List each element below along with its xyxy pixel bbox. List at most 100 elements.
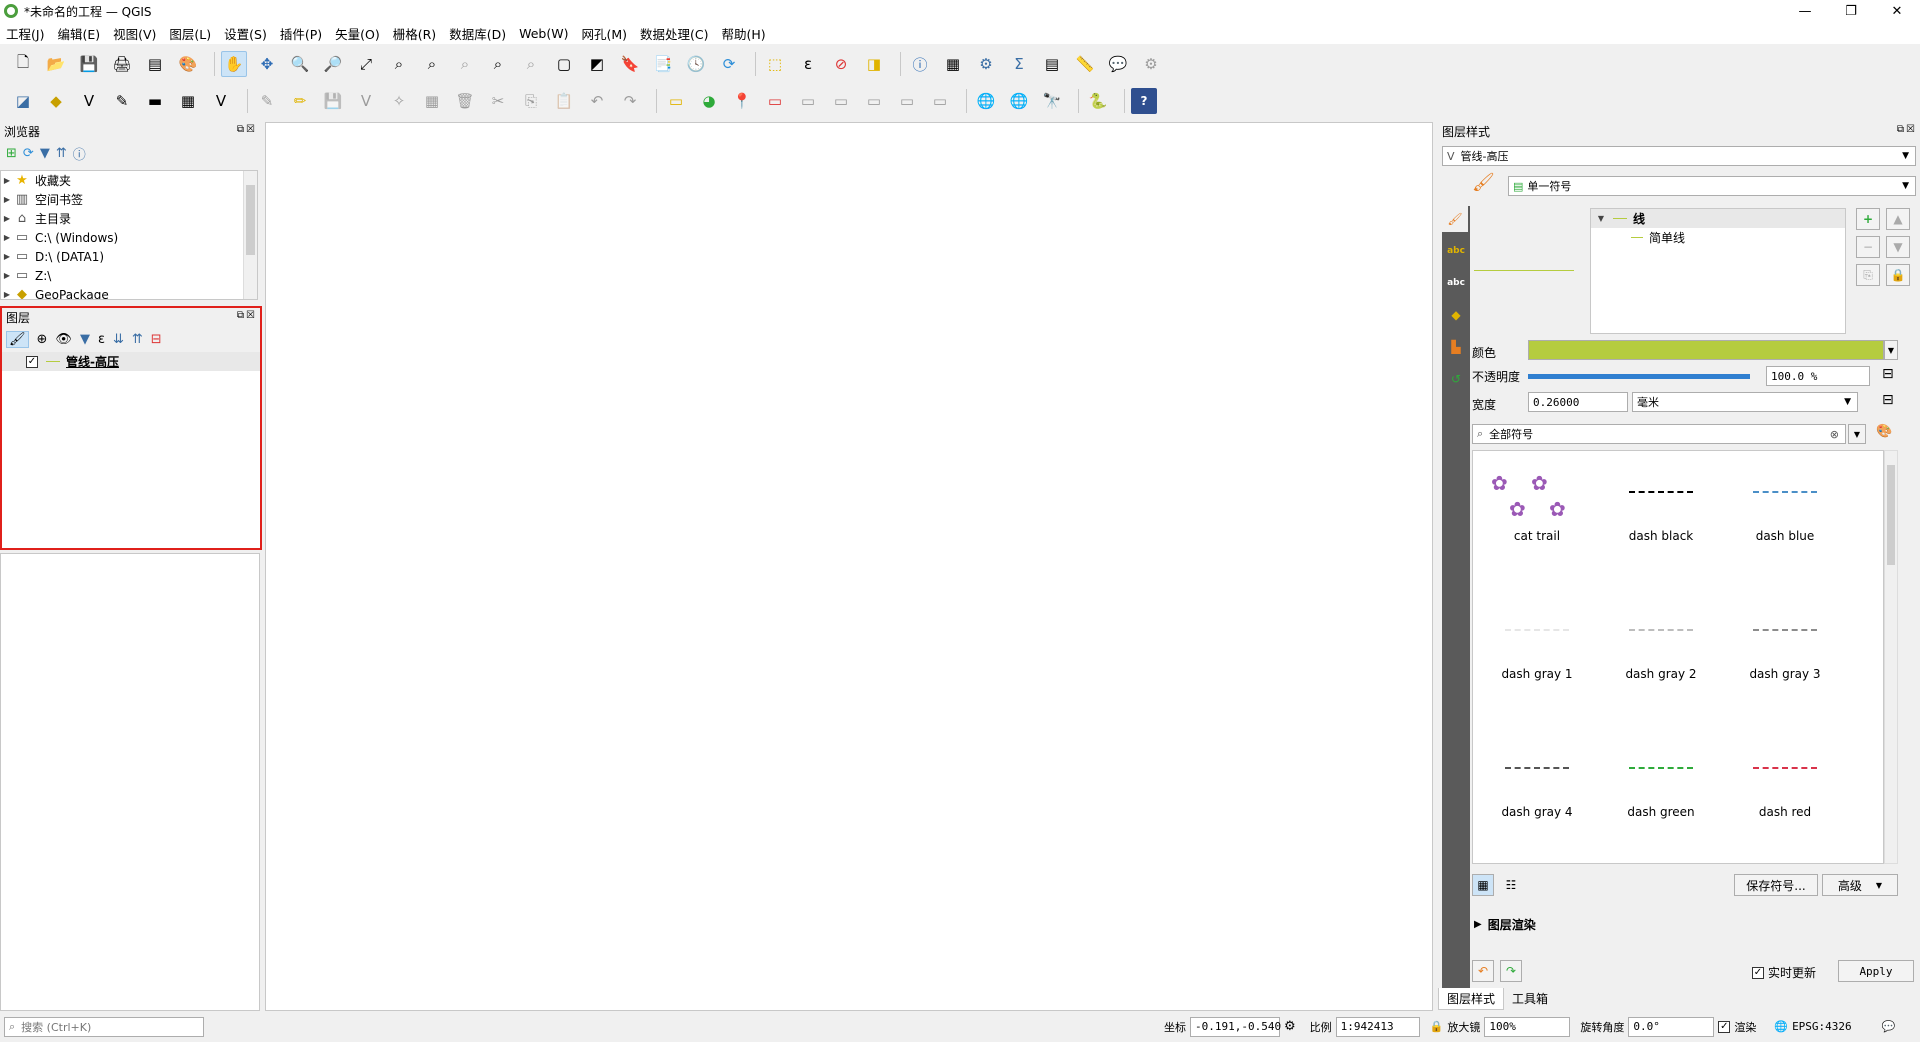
show-bookmarks-icon[interactable]: 📑 <box>650 51 676 77</box>
manage-map-themes-icon[interactable]: 👁 <box>55 332 72 347</box>
menu-layer[interactable]: 图层(L) <box>169 24 211 43</box>
maximize-button[interactable]: ❐ <box>1828 0 1874 22</box>
style-manager-icon[interactable]: 🎨 <box>1876 424 1892 439</box>
pan-map-icon[interactable]: ✋ <box>221 51 247 77</box>
toggle-editing-icon[interactable]: ✏ <box>287 88 313 114</box>
properties-icon[interactable]: ⓘ <box>73 144 86 163</box>
open-layer-styling-icon[interactable]: 🖌 <box>6 330 29 348</box>
lock-symbol-layer-button[interactable]: 🔒 <box>1886 264 1910 286</box>
rotation-spinbox[interactable]: 0.0° <box>1628 1016 1715 1037</box>
symbol-item[interactable]: dash blue <box>1725 457 1845 543</box>
symbol-item[interactable]: dash gray 4 <box>1477 733 1597 819</box>
symbol-item[interactable]: dash black <box>1601 457 1721 543</box>
add-selected-layers-icon[interactable]: ⊞ <box>6 146 17 161</box>
save-project-icon[interactable]: 💾 <box>76 51 102 77</box>
zoom-to-layer-icon[interactable]: ⌕ <box>419 51 445 77</box>
browser-item[interactable]: ▶ ▭ Z:\ <box>1 266 257 285</box>
locator-search-input[interactable]: ⌕ 搜索 (Ctrl+K) <box>4 1016 204 1037</box>
data-source-manager-icon[interactable]: ◪ <box>10 88 36 114</box>
style-manager-icon[interactable]: 🎨 <box>175 51 201 77</box>
labels-tab-icon[interactable]: abc <box>1443 238 1469 264</box>
new-bookmark-icon[interactable]: 🔖 <box>617 51 643 77</box>
data-defined-override-icon[interactable]: ⊟ <box>1882 392 1894 408</box>
new-temporary-layer-icon[interactable]: ▦ <box>175 88 201 114</box>
symbol-search-input[interactable]: ⌕ 全部符号 ⊗ <box>1472 424 1846 444</box>
diagrams-tab-icon[interactable]: ▙ <box>1443 334 1469 360</box>
annotation-icon[interactable]: ⚙ <box>1138 51 1164 77</box>
add-vector-layer-icon[interactable]: V <box>208 88 234 114</box>
identify-features-icon[interactable]: ⓘ <box>907 51 933 77</box>
save-symbol-button[interactable]: 保存符号... <box>1734 874 1818 896</box>
open-attribute-table-icon[interactable]: ▦ <box>940 51 966 77</box>
lock-icon[interactable]: 🔒 <box>1430 1020 1444 1033</box>
zoom-in-icon[interactable]: 🔍 <box>287 51 313 77</box>
deselect-features-icon[interactable]: ⊘ <box>828 51 854 77</box>
layer-rendering-section[interactable]: ▶ 图层渲染 <box>1474 916 1536 933</box>
icon-view-icon[interactable]: ▦ <box>1472 874 1494 896</box>
delete-selected-icon[interactable]: 🗑 <box>452 88 478 114</box>
new-virtual-layer-icon[interactable]: ▬ <box>142 88 168 114</box>
browser-item[interactable]: ▶ ▭ D:\ (DATA1) <box>1 247 257 266</box>
menu-project[interactable]: 工程(J) <box>6 24 44 43</box>
browser-item[interactable]: ▶ ◆ GeoPackage <box>1 285 257 299</box>
undo-icon[interactable]: ↶ <box>584 88 610 114</box>
collapse-arrow-icon[interactable]: ▼ <box>1595 214 1607 223</box>
move-up-button[interactable]: ▲ <box>1886 208 1910 230</box>
remove-symbol-layer-button[interactable]: − <box>1856 236 1880 258</box>
apply-button[interactable]: Apply <box>1838 960 1914 982</box>
zoom-full-icon[interactable]: ⤢ <box>353 51 379 77</box>
undo-icon[interactable]: ↶ <box>1472 960 1494 982</box>
advanced-button[interactable]: 高级 ▼ <box>1822 874 1898 896</box>
metasearch-icon[interactable]: 🔭 <box>1039 88 1065 114</box>
duplicate-symbol-layer-button[interactable]: ⎘ <box>1856 264 1880 286</box>
close-button[interactable]: ✕ <box>1874 0 1920 22</box>
symbol-item[interactable]: dash gray 1 <box>1477 595 1597 681</box>
tab-layer-styling[interactable]: 图层样式 <box>1438 988 1505 1010</box>
color-dropdown-button[interactable]: ▼ <box>1884 340 1898 360</box>
zoom-out-icon[interactable]: 🔎 <box>320 51 346 77</box>
coordinate-toggle-icon[interactable]: ⚙ <box>1284 1019 1296 1034</box>
zoom-last-icon[interactable]: ⌕ <box>485 51 511 77</box>
opacity-spinbox[interactable]: 100.0 % <box>1766 366 1870 386</box>
add-wfs-layer-icon[interactable]: 🌐 <box>1006 88 1032 114</box>
layer-select-combo[interactable]: V 管线-高压 ▼ <box>1442 146 1916 166</box>
panel-float-close-icon[interactable]: ⧉☒ <box>237 310 257 321</box>
highlight-labels-icon[interactable]: ▭ <box>762 88 788 114</box>
menu-web[interactable]: Web(W) <box>519 26 568 41</box>
attribute-table-dropdown-icon[interactable]: ▤ <box>1039 51 1065 77</box>
expand-all-icon[interactable]: ⇊ <box>113 332 124 347</box>
new-spatialite-layer-icon[interactable]: ✎ <box>109 88 135 114</box>
collapse-all-icon[interactable]: ⇈ <box>132 332 143 347</box>
renderer-combo[interactable]: ▤ 单一符号 ▼ <box>1508 176 1916 196</box>
new-shapefile-layer-icon[interactable]: V <box>76 88 102 114</box>
new-print-layout-icon[interactable]: 🖨 <box>109 51 135 77</box>
current-edits-icon[interactable]: ✎ <box>254 88 280 114</box>
temporal-controller-icon[interactable]: 🕓 <box>683 51 709 77</box>
layer-visibility-checkbox[interactable]: ✓ <box>26 355 38 368</box>
expand-arrow-icon[interactable]: ▶ <box>1 290 13 299</box>
browser-item[interactable]: ▶ ▥ 空间书签 <box>1 190 257 209</box>
processing-toolbox-icon[interactable]: ⚙ <box>973 51 999 77</box>
minimize-button[interactable]: — <box>1782 0 1828 22</box>
tab-toolbox[interactable]: 工具箱 <box>1504 988 1556 1010</box>
select-by-location-icon[interactable]: ◨ <box>861 51 887 77</box>
menu-view[interactable]: 视图(V) <box>113 24 156 43</box>
copy-features-icon[interactable]: ⎘ <box>518 88 544 114</box>
refresh-icon[interactable]: ⟳ <box>716 51 742 77</box>
symbol-item[interactable]: ✿ ✿ ✿ ✿ cat trail <box>1477 457 1597 543</box>
menu-plugins[interactable]: 插件(P) <box>280 24 322 43</box>
expand-arrow-icon[interactable]: ▶ <box>1 195 13 204</box>
move-down-button[interactable]: ▼ <box>1886 236 1910 258</box>
messages-icon[interactable]: 💬 <box>1882 1020 1896 1033</box>
remove-layer-icon[interactable]: ⊟ <box>151 332 162 347</box>
menu-edit[interactable]: 编辑(E) <box>57 24 100 43</box>
menu-help[interactable]: 帮助(H) <box>721 24 765 43</box>
expand-arrow-icon[interactable]: ▶ <box>1 176 13 185</box>
paste-features-icon[interactable]: 📋 <box>551 88 577 114</box>
save-layer-edits-icon[interactable]: 💾 <box>320 88 346 114</box>
pin-labels-icon[interactable]: 📍 <box>729 88 755 114</box>
coordinate-field[interactable]: -0.191,-0.540 <box>1190 1016 1281 1037</box>
symbol-item[interactable]: dash red <box>1725 733 1845 819</box>
change-label-icon[interactable]: ▭ <box>861 88 887 114</box>
history-tab-icon[interactable]: ↺ <box>1443 366 1469 392</box>
